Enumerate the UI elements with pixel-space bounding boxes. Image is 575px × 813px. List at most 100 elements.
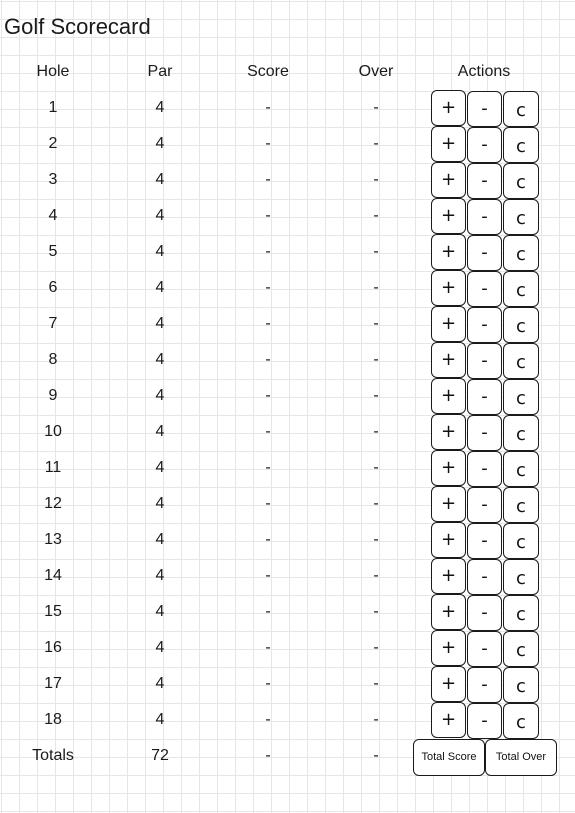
decrement-button[interactable]: - [467,667,502,703]
increment-button[interactable]: + [431,342,466,378]
hole-number: 14 [44,567,62,584]
decrement-button[interactable]: - [467,523,502,559]
clear-button[interactable]: c [503,487,539,523]
hole-score: - [265,603,271,620]
hole-par: 4 [155,387,165,404]
hole-number: 18 [44,711,62,728]
decrement-button[interactable]: - [467,631,502,667]
hole-par: 4 [155,135,165,152]
hole-row: 4 4- - + - c [0,198,575,235]
increment-button[interactable]: + [431,450,466,486]
hole-over: - [373,495,379,512]
hole-row: 17 4- - + - c [0,666,575,703]
clear-button[interactable]: c [503,235,539,271]
hole-score: - [265,675,271,692]
decrement-button[interactable]: - [467,235,502,271]
hole-score: - [265,495,271,512]
increment-button[interactable]: + [431,486,466,522]
hole-number: 8 [48,351,58,368]
increment-button[interactable]: + [431,90,466,126]
decrement-button[interactable]: - [467,127,502,163]
decrement-button[interactable]: - [467,271,502,307]
increment-button[interactable]: + [431,414,466,450]
increment-button[interactable]: + [431,630,466,666]
hole-number: 9 [48,387,58,404]
hole-par: 4 [155,315,165,332]
hole-score: - [265,315,271,332]
clear-button[interactable]: c [503,595,539,631]
increment-button[interactable]: + [431,270,466,306]
hole-row: 6 4- - + - c [0,270,575,307]
decrement-button[interactable]: - [467,595,502,631]
hole-score: - [265,351,271,368]
column-header-par: Par [147,63,173,80]
hole-over: - [373,207,379,224]
decrement-button[interactable]: - [467,199,502,235]
increment-button[interactable]: + [431,198,466,234]
increment-button[interactable]: + [431,522,466,558]
decrement-button[interactable]: - [467,91,502,127]
column-header-over: Over [358,63,394,80]
hole-par: 4 [155,711,165,728]
hole-over: - [373,711,379,728]
column-header-score: Score [247,63,289,80]
increment-button[interactable]: + [431,666,466,702]
total-over-button[interactable]: Total Over [485,739,557,776]
hole-par: 4 [155,99,165,116]
hole-number: 7 [48,315,58,332]
clear-button[interactable]: c [503,91,539,127]
decrement-button[interactable]: - [467,703,502,739]
clear-button[interactable]: c [503,667,539,703]
hole-row: 8 4- - + - c [0,342,575,379]
decrement-button[interactable]: - [467,163,502,199]
decrement-button[interactable]: - [467,343,502,379]
hole-number: 13 [44,531,62,548]
hole-score: - [265,171,271,188]
clear-button[interactable]: c [503,127,539,163]
clear-button[interactable]: c [503,343,539,379]
total-score-button[interactable]: Total Score [413,739,485,776]
clear-button[interactable]: c [503,307,539,343]
hole-row: 3 4- - + - c [0,162,575,199]
hole-score: - [265,387,271,404]
clear-button[interactable]: c [503,523,539,559]
clear-button[interactable]: c [503,559,539,595]
decrement-button[interactable]: - [467,415,502,451]
decrement-button[interactable]: - [467,487,502,523]
column-header-actions: Actions [457,63,511,80]
hole-par: 4 [155,459,165,476]
increment-button[interactable]: + [431,306,466,342]
clear-button[interactable]: c [503,631,539,667]
hole-par: 4 [155,495,165,512]
clear-button[interactable]: c [503,703,539,739]
clear-button[interactable]: c [503,451,539,487]
hole-over: - [373,603,379,620]
hole-row: 14 4- - + - c [0,558,575,595]
decrement-button[interactable]: - [467,451,502,487]
hole-par: 4 [155,243,165,260]
hole-row: 9 4- - + - c [0,378,575,415]
decrement-button[interactable]: - [467,379,502,415]
hole-over: - [373,99,379,116]
increment-button[interactable]: + [431,702,466,738]
increment-button[interactable]: + [431,234,466,270]
totals-par: 72 [151,747,169,764]
decrement-button[interactable]: - [467,307,502,343]
clear-button[interactable]: c [503,271,539,307]
increment-button[interactable]: + [431,126,466,162]
increment-button[interactable]: + [431,594,466,630]
hole-number: 11 [44,459,62,476]
hole-par: 4 [155,279,165,296]
clear-button[interactable]: c [503,163,539,199]
hole-number: 4 [48,207,58,224]
hole-over: - [373,171,379,188]
hole-par: 4 [155,639,165,656]
increment-button[interactable]: + [431,162,466,198]
clear-button[interactable]: c [503,379,539,415]
increment-button[interactable]: + [431,558,466,594]
clear-button[interactable]: c [503,199,539,235]
hole-over: - [373,639,379,656]
decrement-button[interactable]: - [467,559,502,595]
increment-button[interactable]: + [431,378,466,414]
clear-button[interactable]: c [503,415,539,451]
